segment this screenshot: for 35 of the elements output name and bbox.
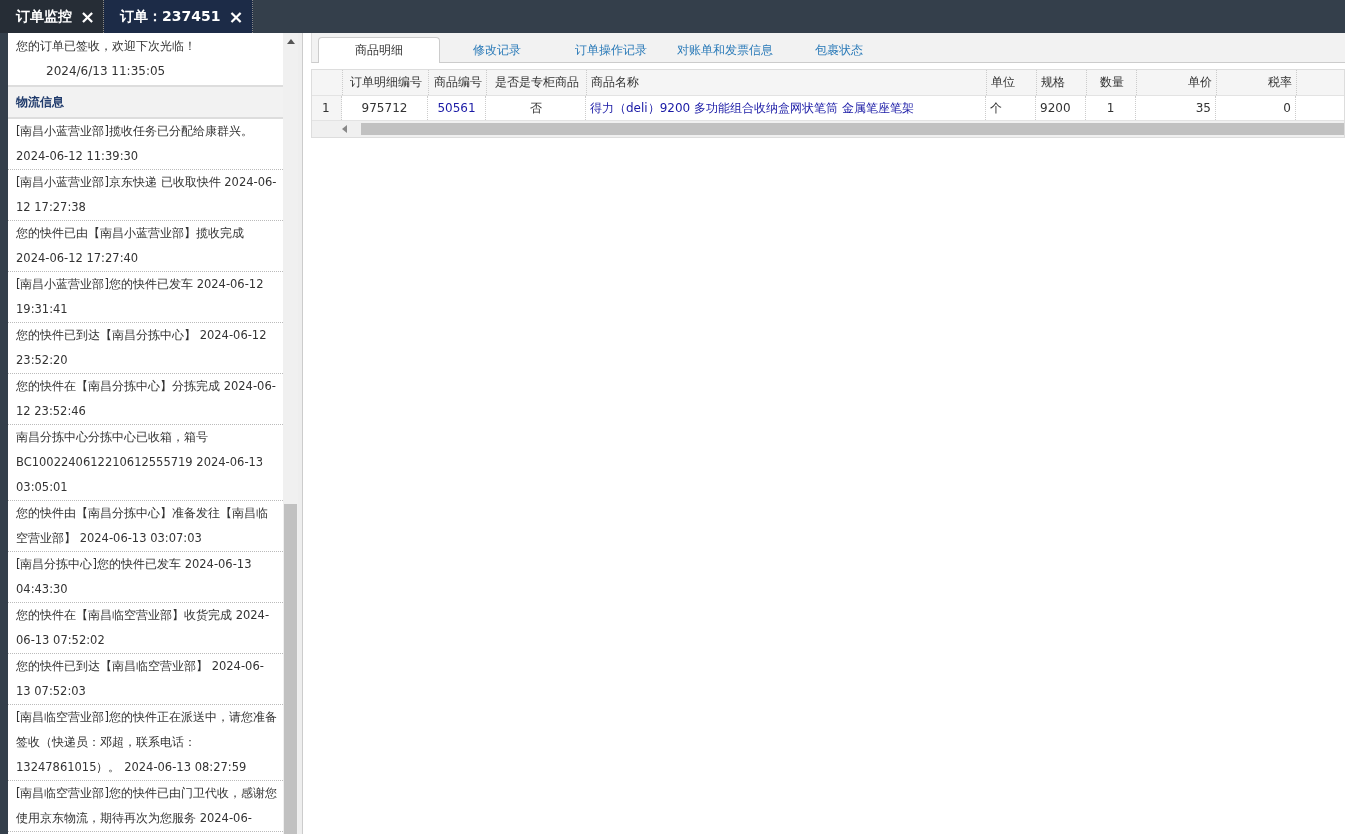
- table-cell: 1: [1086, 96, 1136, 120]
- column-header: 商品编号: [429, 70, 487, 95]
- scrollbar[interactable]: [283, 33, 298, 834]
- table-cell: 0: [1216, 96, 1296, 120]
- detail-tab[interactable]: 订单操作记录: [554, 37, 668, 63]
- column-header: 商品名称: [587, 70, 987, 95]
- horizontal-scrollbar[interactable]: [312, 121, 1344, 137]
- table-cell[interactable]: 得力（deli）9200 多功能组合收纳盒网状笔筒 金属笔座笔架: [586, 96, 986, 120]
- detail-tab[interactable]: 对账单和发票信息: [668, 37, 782, 63]
- table-cell: 个: [986, 96, 1036, 120]
- detail-tab[interactable]: 商品明细: [318, 37, 440, 63]
- column-header: 是否是专柜商品: [487, 70, 587, 95]
- table-cell[interactable]: 50561: [428, 96, 486, 120]
- column-header: 数量: [1087, 70, 1137, 95]
- table-cell: 9200: [1036, 96, 1086, 120]
- detail-tab[interactable]: 修改记录: [440, 37, 554, 63]
- column-header: 规格: [1037, 70, 1087, 95]
- close-icon[interactable]: ×: [228, 6, 244, 27]
- table-cell: 否: [486, 96, 586, 120]
- sign-time: 2024/6/13 11:35:05: [45, 63, 167, 80]
- sign-message: 您的订单已签收，欢迎下次光临！: [16, 38, 197, 55]
- scroll-left-icon[interactable]: [342, 125, 347, 133]
- detail-tab[interactable]: 包裹状态: [782, 37, 896, 63]
- table-cell: 35: [1136, 96, 1216, 120]
- table-cell: 975712: [342, 96, 428, 120]
- window-tab[interactable]: 订单监控 ×: [0, 0, 105, 33]
- column-header: 单价: [1137, 70, 1217, 95]
- close-icon[interactable]: ×: [80, 6, 96, 27]
- scroll-up-icon[interactable]: [286, 39, 295, 44]
- row-number: 1: [312, 96, 342, 120]
- section-header: 物流信息: [8, 87, 283, 119]
- window-tab[interactable]: 订单：237451 ×: [104, 0, 253, 33]
- column-header: 订单明细编号: [343, 70, 429, 95]
- column-header: 税率: [1217, 70, 1297, 95]
- column-header: 单位: [987, 70, 1037, 95]
